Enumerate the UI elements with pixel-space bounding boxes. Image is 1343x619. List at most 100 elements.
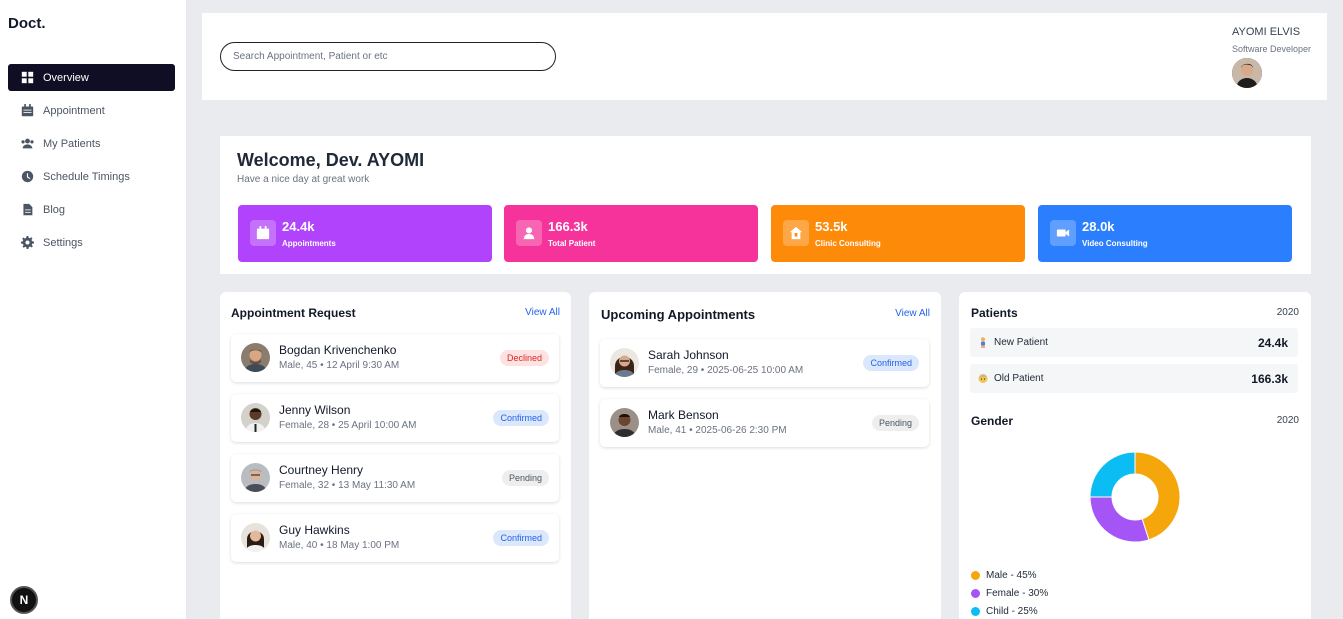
patient-name: Courtney Henry (279, 463, 364, 477)
legend-swatch (971, 571, 980, 580)
sidebar-item-label: Settings (43, 236, 83, 249)
list-item[interactable]: Mark Benson Male, 41 • 2025-06-26 2:30 P… (600, 399, 929, 447)
list-item[interactable]: Bogdan Krivenchenko Male, 45 • 12 April … (231, 334, 559, 382)
welcome-panel: Welcome, Dev. AYOMI Have a nice day at g… (220, 136, 1311, 274)
calendar-icon (250, 220, 276, 246)
list-item[interactable]: Jenny Wilson Female, 28 • 25 April 10:00… (231, 394, 559, 442)
upcoming-appointments-card: Upcoming Appointments View All Sarah Joh… (589, 292, 941, 619)
stat-card-clinic-consulting[interactable]: 53.5k Clinic Consulting (771, 205, 1025, 262)
welcome-subtitle: Have a nice day at great work (237, 174, 370, 185)
stat-card-video-consulting[interactable]: 28.0k Video Consulting (1038, 205, 1292, 262)
clock-icon (20, 170, 34, 184)
stat-value: 24.4k (282, 219, 315, 234)
patient-name: Jenny Wilson (279, 403, 351, 417)
legend-swatch (971, 589, 980, 598)
list-item[interactable]: Guy Hawkins Male, 40 • 18 May 1:00 PM Co… (231, 514, 559, 562)
avatar (610, 348, 639, 377)
gender-donut-chart (1089, 451, 1181, 543)
status-badge: Declined (499, 350, 549, 366)
document-icon (20, 203, 34, 217)
home-icon (783, 220, 809, 246)
patient-stat-row: Old Patient 166.3k (970, 364, 1298, 393)
calendar-icon (20, 104, 34, 118)
donut-slice-child[interactable] (1089, 451, 1136, 498)
legend-label: Male - 45% (986, 570, 1037, 581)
card-title: Upcoming Appointments (601, 307, 756, 322)
appointment-meta: Female, 28 • 25 April 10:00 AM (279, 420, 417, 431)
sidebar-item-blog[interactable]: Blog (8, 196, 175, 223)
elder-icon (978, 373, 988, 384)
appointment-meta: Female, 29 • 2025-06-25 10:00 AM (648, 365, 804, 376)
sidebar-item-appointment[interactable]: Appointment (8, 97, 175, 124)
top-header: AYOMI ELVIS Software Developer (202, 13, 1327, 100)
page-title: Welcome, Dev. AYOMI (237, 150, 425, 170)
stat-card-total-patient[interactable]: 166.3k Total Patient (504, 205, 758, 262)
appointment-request-card: Appointment Request View All Bogdan Kriv… (220, 292, 571, 619)
brand-logo[interactable]: Doct. (8, 15, 46, 32)
avatar[interactable] (1232, 58, 1262, 88)
view-all-link[interactable]: View All (895, 308, 930, 319)
year-label: 2020 (1276, 307, 1299, 318)
status-badge: Confirmed (863, 355, 919, 371)
user-role: Software Developer (1232, 44, 1312, 54)
legend-item-female: Female - 30% (971, 588, 1048, 599)
status-badge: Confirmed (493, 410, 549, 426)
patients-card: Patients 2020 New Patient 24.4k Old Pati… (959, 292, 1311, 619)
users-icon (20, 137, 34, 151)
donut-slice-female[interactable] (1089, 496, 1150, 543)
stat-label: Video Consulting (1082, 239, 1148, 248)
sidebar-item-label: Appointment (43, 104, 105, 117)
sidebar-item-label: My Patients (43, 137, 101, 150)
view-all-link[interactable]: View All (525, 307, 560, 318)
grid-icon (20, 71, 34, 85)
sidebar-item-label: Overview (43, 71, 89, 84)
avatar (241, 523, 270, 552)
patient-name: Bogdan Krivenchenko (279, 343, 397, 357)
sidebar-item-label: Blog (43, 203, 66, 216)
user-icon (516, 220, 542, 246)
status-badge: Pending (871, 415, 919, 431)
avatar (241, 403, 270, 432)
stat-card-appointments[interactable]: 24.4k Appointments (238, 205, 492, 262)
gear-icon (20, 236, 34, 250)
gender-title: Gender (971, 414, 1014, 428)
patient-name: Guy Hawkins (279, 523, 350, 537)
patient-name: Sarah Johnson (648, 348, 729, 362)
year-label: 2020 (1276, 415, 1299, 426)
card-title: Appointment Request (231, 306, 356, 320)
stat-label: Appointments (282, 239, 336, 248)
appointment-meta: Male, 41 • 2025-06-26 2:30 PM (648, 425, 787, 436)
sidebar-item-label: Schedule Timings (43, 170, 130, 183)
patient-stat-label: Old Patient (994, 373, 1044, 384)
avatar (241, 343, 270, 372)
avatar (241, 463, 270, 492)
patient-stat-label: New Patient (994, 337, 1048, 348)
status-badge: Pending (501, 470, 549, 486)
list-item[interactable]: Courtney Henry Female, 32 • 13 May 11:30… (231, 454, 559, 502)
next-dev-badge[interactable]: N (10, 586, 38, 614)
stat-value: 166.3k (548, 219, 588, 234)
sidebar: Doct. Overview Appointment My Patients S… (0, 0, 187, 619)
sidebar-item-overview[interactable]: Overview (8, 64, 175, 91)
user-name: AYOMI ELVIS (1232, 26, 1301, 38)
appointment-meta: Female, 32 • 13 May 11:30 AM (279, 480, 416, 491)
legend-swatch (971, 607, 980, 616)
sidebar-nav: Overview Appointment My Patients Schedul… (8, 64, 175, 262)
stat-value: 28.0k (1082, 219, 1115, 234)
patient-name: Mark Benson (648, 408, 719, 422)
patient-stat-row: New Patient 24.4k (970, 328, 1298, 357)
legend-item-child: Child - 25% (971, 606, 1038, 617)
legend-label: Child - 25% (986, 606, 1038, 617)
search-input[interactable] (220, 42, 556, 71)
sidebar-item-schedule-timings[interactable]: Schedule Timings (8, 163, 175, 190)
legend-item-male: Male - 45% (971, 570, 1037, 581)
person-icon (978, 337, 988, 348)
stat-value: 53.5k (815, 219, 848, 234)
sidebar-item-settings[interactable]: Settings (8, 229, 175, 256)
sidebar-item-my-patients[interactable]: My Patients (8, 130, 175, 157)
appointment-meta: Male, 40 • 18 May 1:00 PM (279, 540, 400, 551)
status-badge: Confirmed (493, 530, 549, 546)
list-item[interactable]: Sarah Johnson Female, 29 • 2025-06-25 10… (600, 339, 929, 387)
stat-label: Total Patient (548, 239, 596, 248)
patient-stat-value: 166.3k (1251, 372, 1288, 386)
